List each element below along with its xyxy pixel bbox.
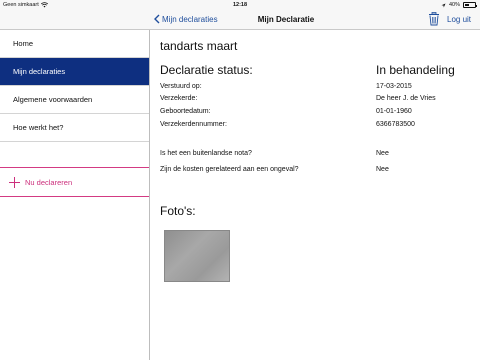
declaration-title: tandarts maart — [160, 39, 238, 53]
sidebar-item-label: Hoe werkt het? — [13, 123, 64, 132]
chevron-left-icon — [154, 14, 160, 24]
sidebar-item-my-declarations[interactable]: Mijn declaraties — [0, 58, 149, 86]
sidebar-item-how-it-works[interactable]: Hoe werkt het? — [0, 114, 149, 142]
back-button[interactable]: Mijn declaraties — [154, 14, 218, 24]
question-value: Nee — [376, 150, 389, 157]
battery-icon — [463, 2, 477, 8]
photos-heading: Foto's: — [160, 204, 196, 218]
sidebar-item-terms[interactable]: Algemene voorwaarden — [0, 86, 149, 114]
battery-percent: 40% — [448, 2, 460, 8]
question-label: Is het een buitenlandse nota? — [160, 150, 252, 157]
logout-button[interactable]: Log uit — [447, 15, 471, 24]
field-label: Verzekerdennummer: — [160, 121, 227, 128]
field-value: 01-01-1960 — [376, 108, 412, 115]
sidebar-item-label: Mijn declaraties — [13, 67, 66, 76]
question-label: Zijn de kosten gerelateerd aan een ongev… — [160, 166, 299, 173]
trash-icon[interactable] — [428, 12, 440, 26]
new-declaration-label: Nu declareren — [25, 177, 73, 187]
field-value: 6366783500 — [376, 121, 415, 128]
field-value: De heer J. de Vries — [376, 95, 436, 102]
back-button-label: Mijn declaraties — [162, 14, 218, 24]
field-label: Verstuurd op: — [160, 83, 202, 90]
sidebar-spacer — [0, 142, 149, 168]
page-title: Mijn Declaratie — [257, 15, 315, 24]
status-bar: Geen simkaart 12:18 40% — [0, 0, 480, 11]
sidebar: Home Mijn declaraties Algemene voorwaard… — [0, 30, 150, 360]
sidebar-item-label: Algemene voorwaarden — [13, 95, 93, 104]
clock: 12:18 — [232, 2, 248, 8]
question-value: Nee — [376, 166, 389, 173]
new-declaration-button[interactable]: Nu declareren — [0, 168, 149, 197]
plus-icon — [9, 176, 20, 188]
sidebar-item-home[interactable]: Home — [0, 30, 149, 58]
photo-thumbnail[interactable] — [164, 230, 230, 282]
location-arrow-icon — [441, 3, 446, 7]
navigation-bar: Mijn declaraties Mijn Declaratie Log uit — [0, 11, 480, 30]
field-label: Geboortedatum: — [160, 108, 211, 115]
status-value: In behandeling — [376, 63, 455, 77]
status-label: Declaratie status: — [160, 63, 253, 77]
field-label: Verzekerde: — [160, 95, 198, 102]
field-value: 17-03-2015 — [376, 83, 412, 90]
sidebar-item-label: Home — [13, 39, 34, 48]
